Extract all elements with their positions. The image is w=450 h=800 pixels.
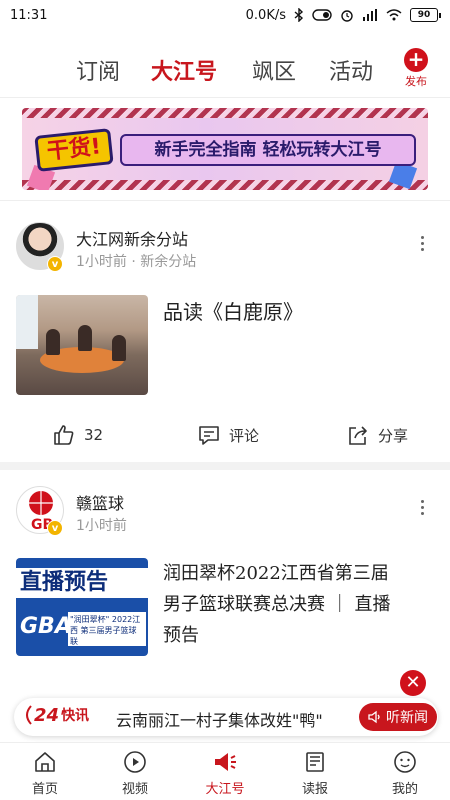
thumb-live-text: 直播预告 [16,568,148,598]
share-button[interactable]: 分享 [346,423,408,447]
status-time: 11:31 [10,7,48,23]
post-meta: 1小时前 · 新余分站 [76,254,197,270]
battery-level: 90 [417,10,431,20]
listen-news-button[interactable]: 听新闻 [359,703,437,731]
newspaper-icon [306,752,324,772]
nav-newspaper[interactable]: 读报 [285,749,345,797]
comment-button[interactable]: 评论 [197,423,259,447]
thumbs-up-icon [54,425,74,445]
listen-news-label: 听新闻 [386,710,428,726]
nav-mine[interactable]: 我的 [375,749,435,797]
thumb-gba-text: GBA [20,614,72,639]
wifi-icon [386,9,402,21]
like-button[interactable]: 32 [52,423,103,447]
tab-subscribe[interactable]: 订阅 [76,54,120,86]
post-card[interactable]: v 大江网新余分站 1小时前 · 新余分站 品读《白鹿原》 32 评论 分享 [0,212,450,462]
banner-badge: 干货! [34,128,114,172]
toggle-icon [312,9,332,21]
banner-stripes-bottom [22,180,428,190]
nav-mine-label: 我的 [391,782,418,797]
close-ticker-button[interactable]: ✕ [400,670,426,696]
flash-news-logo: 24 快讯 [22,704,89,726]
battery-icon: 90 [410,8,441,22]
guide-banner[interactable]: 干货! 新手完全指南 轻松玩转大江号 [22,108,428,190]
publish-button[interactable]: + 发布 [400,48,432,89]
post-card[interactable]: GB v 赣篮球 1小时前 直播预告 GBA "润田翠杯" 2022江西 第三届… [0,474,450,694]
post-title[interactable]: 润田翠杯2022江西省第三届 男子篮球联赛总决赛 ｜ 直播 预告 [163,558,435,651]
nav-video-label: 视频 [121,782,148,797]
top-tab-bar: 订阅 大江号 飒区 活动 + 发布 [0,40,450,96]
status-icons: 0.0K/s 90 [245,7,441,23]
tab-saqu[interactable]: 飒区 [252,54,296,86]
play-icon [124,751,146,773]
status-bar: 11:31 0.0K/s 90 [0,0,450,30]
flash-news-number: 24 [34,704,60,726]
v-badge-icon: v [47,520,63,536]
signal-icon [363,9,377,21]
more-options-icon[interactable] [418,500,426,515]
post-title-line: 男子篮球联赛总决赛 ｜ 直播 [163,594,391,615]
megaphone-icon [215,753,236,771]
tab-dajianghao[interactable]: 大江号 [151,54,217,86]
banner-text: 新手完全指南 轻松玩转大江号 [120,134,416,166]
tab-divider [0,97,450,98]
share-icon [349,426,367,445]
nav-home[interactable]: 首页 [15,749,75,797]
post-title-line: 润田翠杯2022江西省第三届 [163,563,389,584]
home-icon [35,752,55,772]
tab-activities[interactable]: 活动 [329,54,373,86]
network-speed: 0.0K/s [245,7,286,23]
alarm-icon [341,10,353,22]
comment-label: 评论 [229,426,260,445]
like-count: 32 [84,426,104,444]
author-name[interactable]: 大江网新余分站 [76,226,188,250]
comment-icon [199,426,219,445]
banner-stripes-top [22,108,428,118]
smiley-icon [394,751,416,773]
more-options-icon[interactable] [418,236,426,251]
v-badge-icon: v [47,256,63,272]
author-name[interactable]: 赣篮球 [76,490,124,514]
nav-newspaper-label: 读报 [301,782,328,797]
post-title[interactable]: 品读《白鹿原》 [163,296,435,325]
flash-news-label: 快讯 [61,708,90,724]
plus-icon: + [404,48,428,72]
nav-video[interactable]: 视频 [105,749,165,797]
banner-divider [0,200,450,201]
share-label: 分享 [378,426,409,445]
post-title-line: 预告 [163,625,199,646]
publish-label: 发布 [405,75,427,88]
nav-dajianghao[interactable]: 大江号 [195,749,255,797]
bluetooth-icon [294,8,304,22]
ticker-headline[interactable]: 云南丽江一村子集体改姓"鸭" [116,707,323,731]
post-thumbnail[interactable] [16,295,148,395]
post-meta: 1小时前 [76,518,127,534]
clock-arc-icon [26,705,32,725]
post-actions: 32 评论 分享 [0,423,450,453]
bottom-nav: 首页 视频 大江号 读报 我的 [0,742,450,800]
nav-dajianghao-label: 大江号 [205,782,245,797]
thumb-sub-text: "润田翠杯" 2022江西 第三届男子篮球联 [68,612,146,646]
speaker-icon [368,710,380,724]
nav-home-label: 首页 [31,782,58,797]
section-gap [0,462,450,470]
post-thumbnail[interactable]: 直播预告 GBA "润田翠杯" 2022江西 第三届男子篮球联 [16,558,148,656]
news-ticker[interactable]: 24 快讯 云南丽江一村子集体改姓"鸭" 听新闻 [14,698,438,736]
